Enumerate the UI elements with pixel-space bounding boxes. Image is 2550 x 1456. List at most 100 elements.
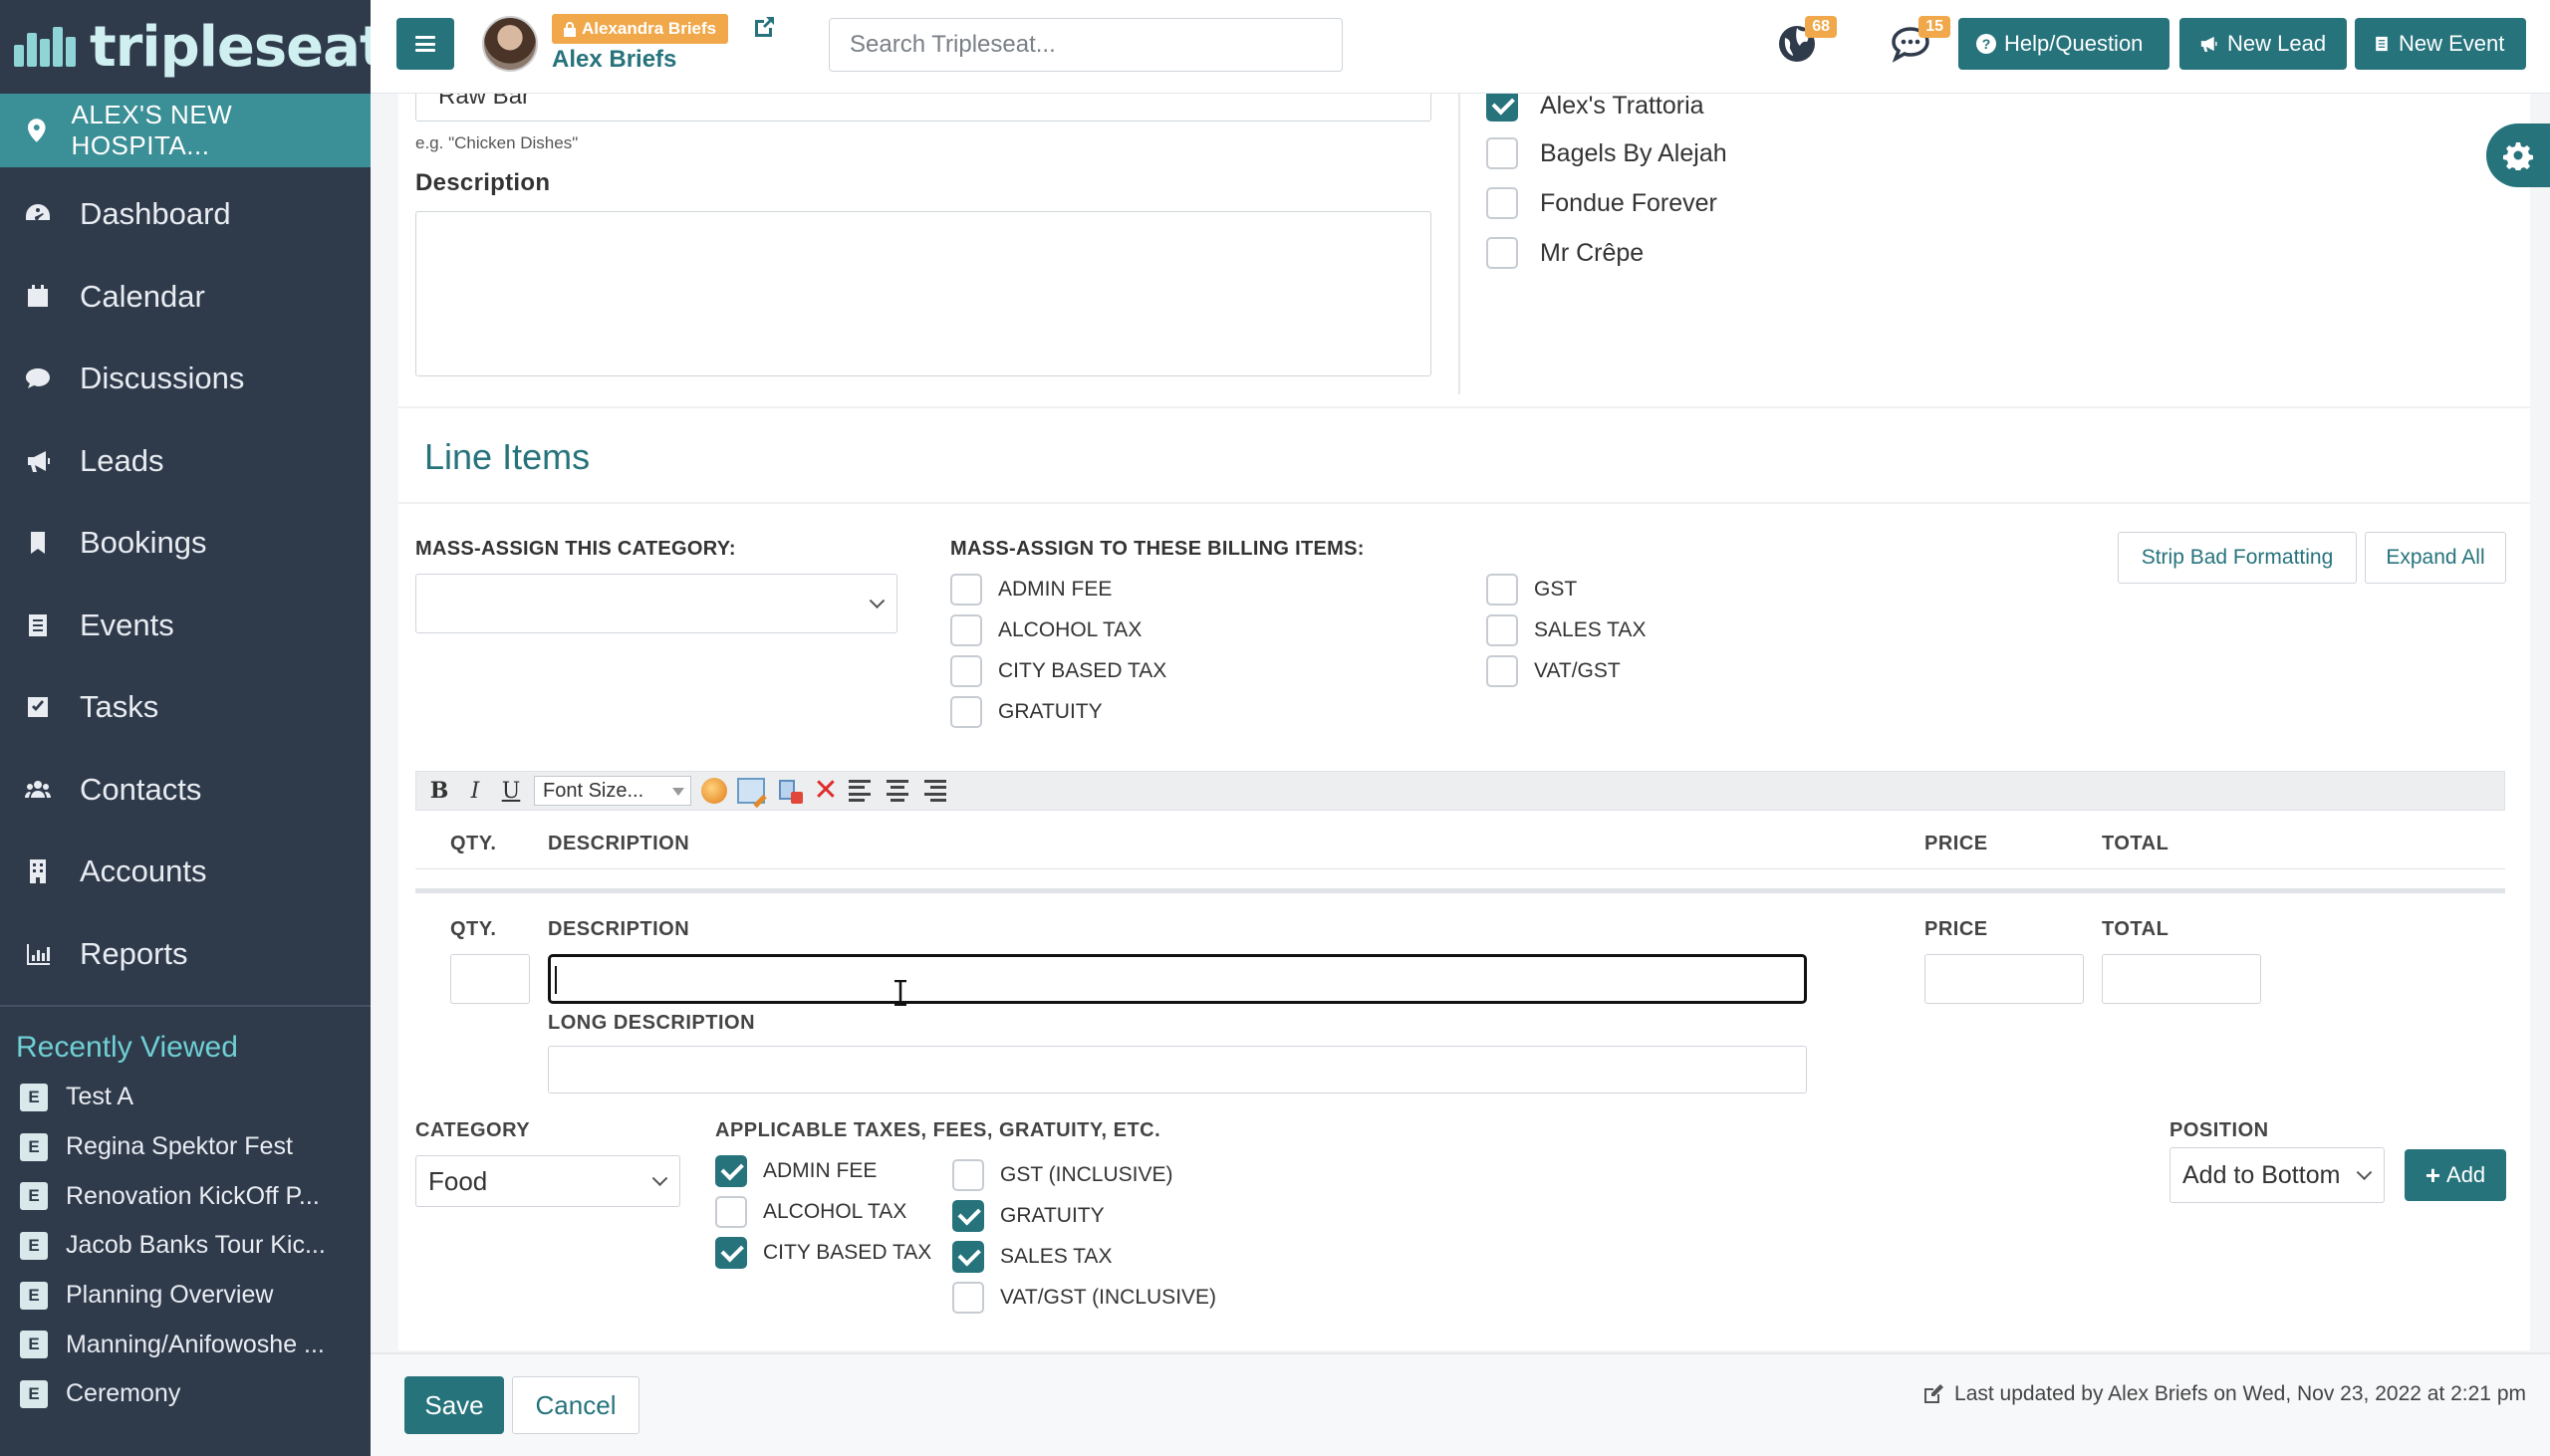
recent-item[interactable]: E Ceremony xyxy=(0,1369,371,1419)
venue-checkbox[interactable] xyxy=(1486,237,1518,269)
billing-option[interactable]: VAT/GST xyxy=(1486,655,1621,687)
venue-checkbox[interactable] xyxy=(1486,94,1518,121)
billing-option[interactable]: CITY BASED TAX xyxy=(950,655,1166,687)
settings-gear-button[interactable] xyxy=(2486,123,2550,187)
billing-checkbox[interactable] xyxy=(1486,655,1518,687)
user-name[interactable]: Alex Briefs xyxy=(552,46,676,74)
event-badge: E xyxy=(20,1132,48,1161)
align-right-icon[interactable] xyxy=(920,780,946,802)
sidebar-item-dashboard[interactable]: Dashboard xyxy=(0,173,371,256)
tax-label: GST (INCLUSIVE) xyxy=(1000,1163,1173,1186)
tax-checkbox[interactable] xyxy=(715,1196,747,1228)
expand-all-button[interactable]: Expand All xyxy=(2365,532,2506,584)
strip-formatting-button[interactable]: Strip Bad Formatting xyxy=(2118,532,2357,584)
tax-checkbox[interactable] xyxy=(952,1282,984,1314)
tax-option[interactable]: ALCOHOL TAX xyxy=(715,1196,906,1228)
tax-option[interactable]: ADMIN FEE xyxy=(715,1155,877,1187)
billing-checkbox[interactable] xyxy=(1486,614,1518,646)
mass-category-select[interactable] xyxy=(415,574,897,633)
mass-category-label: MASS-ASSIGN THIS CATEGORY: xyxy=(415,538,736,560)
recent-item[interactable]: E Manning/Anifowoshe ... xyxy=(0,1320,371,1369)
messages-button[interactable]: 15 xyxy=(1889,16,1950,66)
recent-item[interactable]: E Regina Spektor Fest xyxy=(0,1122,371,1172)
avatar[interactable] xyxy=(482,16,538,72)
tax-label: SALES TAX xyxy=(1000,1245,1113,1268)
long-description-input[interactable] xyxy=(548,1046,1807,1093)
font-size-select[interactable]: Font Size... xyxy=(534,776,691,806)
tax-option[interactable]: GST (INCLUSIVE) xyxy=(952,1159,1172,1191)
billing-option[interactable]: ALCOHOL TAX xyxy=(950,614,1142,646)
ibeam-cursor-icon xyxy=(892,979,908,1007)
sidebar-item-leads[interactable]: Leads xyxy=(0,420,371,503)
sidebar-item-events[interactable]: Events xyxy=(0,585,371,667)
tax-checkbox[interactable] xyxy=(715,1237,747,1269)
recent-item[interactable]: E Test A xyxy=(0,1073,371,1122)
billing-checkbox[interactable] xyxy=(1486,574,1518,606)
logo[interactable]: tripleseat xyxy=(0,0,386,94)
billing-checkbox[interactable] xyxy=(950,655,982,687)
sidebar-item-reports[interactable]: Reports xyxy=(0,913,371,996)
recent-item[interactable]: E Renovation KickOff P... xyxy=(0,1171,371,1221)
tax-option[interactable]: VAT/GST (INCLUSIVE) xyxy=(952,1282,1216,1314)
recent-item[interactable]: E Jacob Banks Tour Kic... xyxy=(0,1221,371,1271)
notifications-button[interactable]: 68 xyxy=(1775,16,1837,66)
category-name-input[interactable]: Raw Bar xyxy=(415,94,1431,121)
tax-label: ALCOHOL TAX xyxy=(763,1200,907,1223)
tax-checkbox[interactable] xyxy=(715,1155,747,1187)
edit-image-icon[interactable] xyxy=(737,778,767,809)
qty-input[interactable] xyxy=(450,954,530,1004)
new-lead-button[interactable]: New Lead xyxy=(2179,18,2347,70)
billing-option[interactable]: GST xyxy=(1486,574,1577,606)
tax-checkbox[interactable] xyxy=(952,1200,984,1232)
external-link-icon[interactable] xyxy=(751,14,777,40)
billing-option[interactable]: ADMIN FEE xyxy=(950,574,1112,606)
billing-option[interactable]: SALES TAX xyxy=(1486,614,1646,646)
sidebar-item-discussions[interactable]: Discussions xyxy=(0,338,371,420)
tax-checkbox[interactable] xyxy=(952,1241,984,1273)
cancel-button[interactable]: Cancel xyxy=(512,1376,639,1434)
sidebar-item-bookings[interactable]: Bookings xyxy=(0,502,371,585)
search-input[interactable] xyxy=(829,18,1343,72)
bold-button[interactable]: B xyxy=(426,778,452,804)
price-input[interactable] xyxy=(1924,954,2084,1004)
venue-checkbox[interactable] xyxy=(1486,187,1518,219)
billing-checkbox[interactable] xyxy=(950,574,982,606)
italic-button[interactable]: I xyxy=(462,779,488,804)
tax-option[interactable]: CITY BASED TAX xyxy=(715,1237,931,1269)
underline-button[interactable]: U xyxy=(498,779,524,804)
user-tag[interactable]: Alexandra Briefs xyxy=(552,14,729,44)
align-center-icon[interactable] xyxy=(885,780,910,802)
position-select[interactable]: Add to Bottom xyxy=(2169,1147,2385,1203)
category-select[interactable]: Food xyxy=(415,1155,680,1207)
billing-option[interactable]: GRATUITY xyxy=(950,696,1103,728)
menu-toggle-button[interactable] xyxy=(396,18,454,70)
tax-checkbox[interactable] xyxy=(952,1159,984,1191)
sidebar-item-calendar[interactable]: Calendar xyxy=(0,256,371,339)
recent-item-label: Test A xyxy=(66,1083,134,1111)
help-button[interactable]: ? Help/Question xyxy=(1958,18,2169,70)
paste-format-icon[interactable] xyxy=(775,778,803,804)
align-left-icon[interactable] xyxy=(849,780,875,802)
save-button[interactable]: Save xyxy=(404,1376,504,1434)
sidebar-item-accounts[interactable]: Accounts xyxy=(0,831,371,913)
sidebar-item-contacts[interactable]: Contacts xyxy=(0,749,371,832)
add-line-item-button[interactable]: + Add xyxy=(2405,1149,2506,1201)
color-picker-icon[interactable] xyxy=(701,778,727,804)
venue-option[interactable]: Alex's Trattoria xyxy=(1486,94,1704,121)
description-input[interactable] xyxy=(548,954,1807,1004)
venue-checkbox[interactable] xyxy=(1486,137,1518,169)
new-event-button[interactable]: New Event xyxy=(2355,18,2526,70)
venue-option[interactable]: Mr Crêpe xyxy=(1486,237,1644,269)
venue-option[interactable]: Bagels By Alejah xyxy=(1486,137,1727,169)
venue-option[interactable]: Fondue Forever xyxy=(1486,187,1717,219)
venue-selector[interactable]: ALEX'S NEW HOSPITA... xyxy=(0,94,371,167)
recent-item[interactable]: E Planning Overview xyxy=(0,1271,371,1321)
billing-checkbox[interactable] xyxy=(950,696,982,728)
tax-option[interactable]: SALES TAX xyxy=(952,1241,1112,1273)
tax-option[interactable]: GRATUITY xyxy=(952,1200,1105,1232)
remove-format-icon[interactable]: ✕ xyxy=(813,776,839,806)
total-input[interactable] xyxy=(2102,954,2261,1004)
sidebar-item-tasks[interactable]: Tasks xyxy=(0,666,371,749)
billing-checkbox[interactable] xyxy=(950,614,982,646)
description-textarea[interactable] xyxy=(415,211,1431,376)
